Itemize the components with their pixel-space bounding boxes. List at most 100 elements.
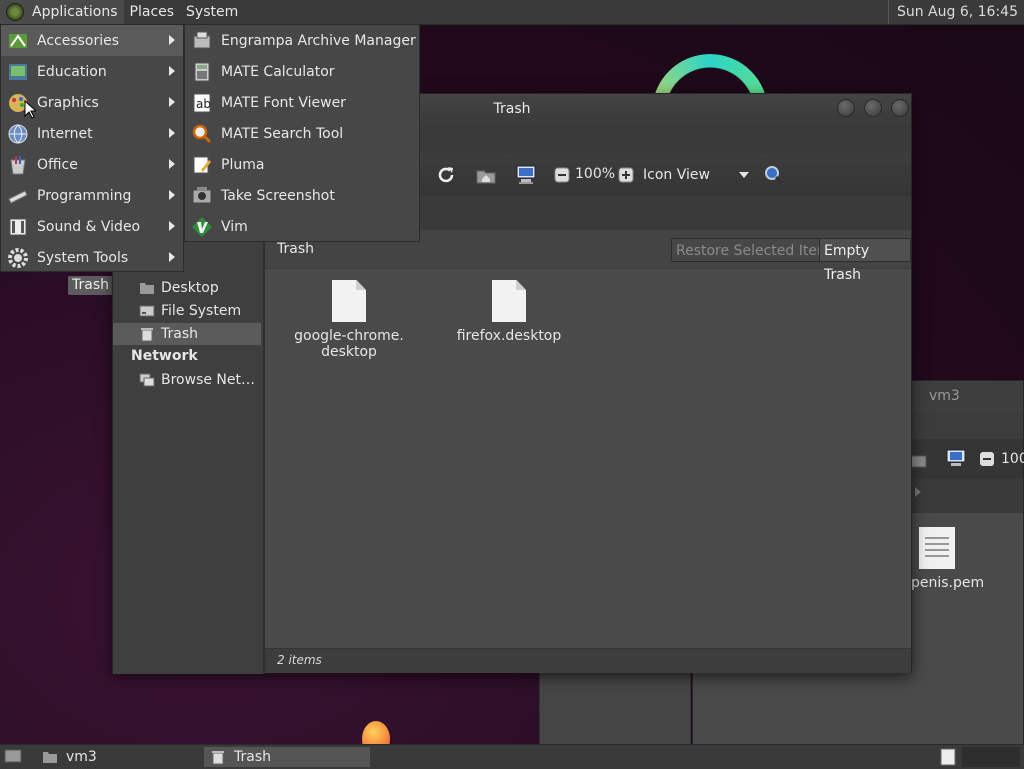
trash-icon [141,328,153,342]
minimize-button[interactable] [837,99,855,117]
menu-item-label: System Tools [37,249,129,266]
sidebar-item-browse-network[interactable]: Browse Net… [113,369,261,391]
zoom-out-icon[interactable] [551,164,573,186]
file-item-firefox[interactable]: firefox.desktop [434,280,584,344]
maximize-button[interactable] [864,99,882,117]
sound-video-icon [9,218,27,235]
menu-item-calculator[interactable]: MATE Calculator [185,56,419,87]
internet-globe-icon [8,124,28,143]
search-icon[interactable] [763,164,785,186]
zoom-out-icon[interactable] [979,451,995,467]
workspace-switcher[interactable] [962,747,1020,767]
system-menu-button[interactable]: System [180,0,244,24]
drive-icon [139,305,155,317]
chevron-right-icon[interactable] [915,487,921,497]
pluma-editor-icon [193,156,211,173]
restore-selected-button[interactable]: Restore Selected Items [671,238,843,262]
mate-logo-icon [6,3,24,21]
applications-menu-button[interactable]: Applications [0,0,124,24]
education-icon [9,63,27,80]
accessories-submenu: Engrampa Archive Manager MATE Calculator… [184,24,420,242]
svg-text:ab: ab [196,97,211,111]
chevron-right-icon [169,35,175,45]
clock[interactable]: Sun Aug 6, 16:45 [887,0,1018,24]
menu-item-label: Education [37,63,107,80]
menu-item-label: Take Screenshot [221,187,335,204]
show-desktop-icon[interactable] [4,748,22,764]
menu-item-vim[interactable]: Vim [185,211,419,242]
menu-item-accessories[interactable]: Accessories [1,25,183,56]
location-title: Trash [277,241,314,257]
pem-file-icon[interactable] [919,527,955,569]
chevron-right-icon [169,190,175,200]
menu-item-pluma[interactable]: Pluma [185,149,419,180]
menu-item-label: Accessories [37,32,120,49]
task-label: vm3 [66,749,97,765]
menu-item-font-viewer[interactable]: ab MATE Font Viewer [185,87,419,118]
menu-item-label: Sound & Video [37,218,141,235]
sidebar-item-desktop[interactable]: Desktop [113,277,261,299]
screenshot-icon [192,186,212,203]
empty-trash-button[interactable]: Empty Trash [819,238,911,283]
zoom-level: 100% [575,166,616,182]
menu-item-sound-video[interactable]: Sound & Video [1,211,183,242]
programming-icon [8,189,28,204]
trash-icon [212,751,224,765]
view-mode-label: Icon View [643,167,710,183]
chevron-right-icon [169,128,175,138]
close-button[interactable] [891,99,909,117]
top-panel: Applications Places System Sun Aug 6, 16… [0,0,1024,25]
font-viewer-icon: ab [193,93,211,112]
menu-item-office[interactable]: Office [1,149,183,180]
computer-icon[interactable] [945,449,967,469]
menu-item-take-screenshot[interactable]: Take Screenshot [185,180,419,211]
menu-item-label: Engrampa Archive Manager [221,32,416,49]
file-item-google-chrome[interactable]: google-chrome. desktop [274,280,424,360]
menu-item-label: Programming [37,187,132,204]
task-vm3[interactable]: vm3 [36,747,202,767]
office-icon [10,155,26,174]
home-folder-icon[interactable] [475,164,497,186]
menu-item-search-tool[interactable]: MATE Search Tool [185,118,419,149]
pem-file-name[interactable]: penis.pem [911,575,984,591]
menu-item-label: Vim [221,218,248,235]
applications-menu: Accessories Education Graphics Internet … [0,24,184,272]
view-mode-select[interactable]: Icon View [643,164,755,186]
bottom-panel: vm3 Trash [0,744,1024,769]
folder-icon [43,752,57,763]
desktop-trash-label[interactable]: Trash [68,276,113,295]
vm3-window-title: vm3 [929,388,960,404]
computer-icon[interactable] [515,164,537,186]
desktop-folder-icon [140,283,154,294]
status-bar: 2 items [265,648,911,673]
item-count: 2 items [277,653,322,667]
file-content-area[interactable]: Trash Restore Selected Items Empty Trash… [265,230,911,648]
reload-icon[interactable] [435,164,457,186]
file-name-line: desktop [321,344,377,360]
mouse-cursor-icon [24,100,36,119]
chevron-right-icon [169,221,175,231]
menu-item-education[interactable]: Education [1,56,183,87]
sidebar-item-file-system[interactable]: File System [113,300,261,322]
task-label: Trash [234,749,271,765]
menu-item-label: Pluma [221,156,265,173]
menu-label: Applications [32,4,118,20]
menu-item-system-tools[interactable]: System Tools [1,242,183,273]
task-trash[interactable]: Trash [204,747,370,767]
trash-applet-icon[interactable] [938,747,958,767]
menu-item-programming[interactable]: Programming [1,180,183,211]
network-icon [139,373,155,387]
sidebar-network-heading: Network [131,348,198,364]
places-sidebar: 3 Desktop File System Trash Network Brow… [113,220,265,674]
system-tools-gear-icon [8,247,28,268]
menu-item-engrampa[interactable]: Engrampa Archive Manager [185,25,419,56]
sidebar-item-trash[interactable]: Trash [113,323,261,345]
menu-item-label: MATE Search Tool [221,125,344,142]
sidebar-item-label: File System [161,303,242,319]
calculator-icon [194,62,210,81]
zoom-in-icon[interactable] [615,164,637,186]
sidebar-item-label: Browse Net… [161,372,256,388]
menu-item-internet[interactable]: Internet [1,118,183,149]
menu-item-label: Office [37,156,78,173]
places-menu-button[interactable]: Places [124,0,181,24]
